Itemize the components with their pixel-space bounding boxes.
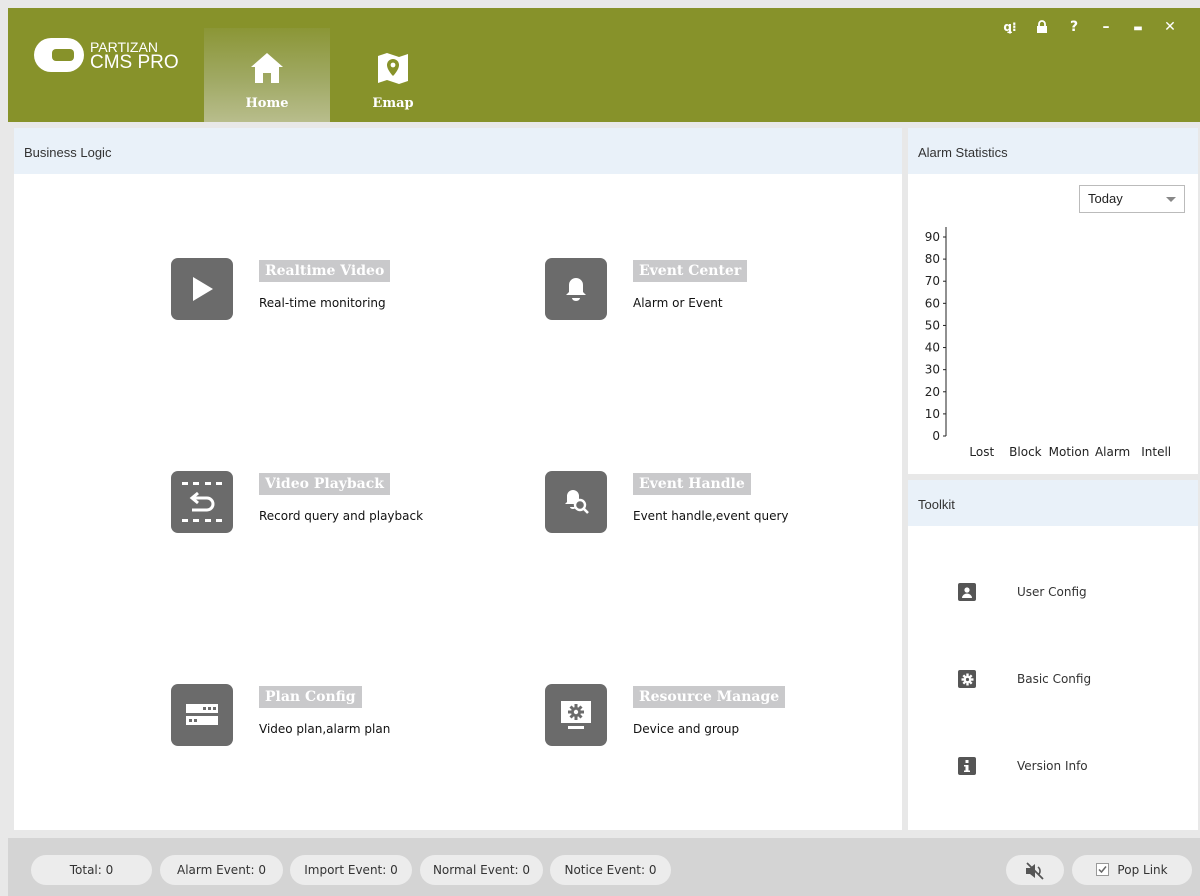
user-switch-button[interactable]: ꝗ⁝ [994,16,1026,38]
plan-icon [186,704,218,725]
alarm-statistics-title: Alarm Statistics [918,145,1008,160]
basic-config-item[interactable]: Basic Config [958,670,1091,688]
plan-config-title: Plan Config [259,686,362,708]
event-center-title: Event Center [633,260,748,282]
check-icon [1098,866,1108,874]
lock-button[interactable] [1026,16,1058,38]
pop-link-checkbox[interactable] [1096,863,1110,876]
chart-y-tick-label: 80 [925,252,940,266]
chart-y-tick-label: 50 [925,318,940,332]
chart-y-tick-label: 90 [925,230,940,244]
period-select-value: Today [1088,191,1123,206]
chart-x-label-lost: Lost [969,445,994,459]
alarm-chart: 0 10 20 30 40 50 60 70 80 90 Lost Block Motion Alarm I… [925,227,1171,459]
chart-y-tick-label: 30 [925,363,940,377]
lock-icon [1037,20,1047,33]
minimize-button[interactable]: – [1090,16,1122,38]
resource-monitor-icon [561,701,591,729]
chart-x-label-motion: Motion [1049,445,1090,459]
event-handle-item[interactable]: Event Handle Event handle,event query [545,471,789,533]
alarm-event-count: Alarm Event: 0 [160,855,283,885]
tab-emap-label: Emap [372,96,414,111]
business-logic-title: Business Logic [24,145,112,160]
event-search-icon [565,490,589,514]
chart-y-tick-label: 60 [925,296,940,310]
plan-config-item[interactable]: Plan Config Video plan,alarm plan [171,684,390,746]
map-pin-icon [378,53,408,84]
version-info-label: Version Info [1017,759,1088,773]
tab-home-label: Home [245,96,289,111]
resource-manage-title: Resource Manage [633,686,786,708]
chart-y-tick-label: 10 [925,407,940,421]
resource-manage-item[interactable]: Resource Manage Device and group [545,684,786,746]
user-config-item[interactable]: User Config [958,583,1087,601]
chart-x-label-intell: Intell [1141,445,1171,459]
chart-y-tick-label: 0 [932,429,940,443]
version-info-item[interactable]: Version Info [958,757,1088,775]
user-config-label: User Config [1017,585,1087,599]
help-button[interactable]: ? [1058,16,1090,38]
chart-y-tick-label: 40 [925,341,940,355]
import-event-count: Import Event: 0 [290,855,412,885]
event-center-desc: Alarm or Event [633,296,723,310]
user-switch-icon: ꝗ⁝ [1003,20,1017,34]
help-icon: ? [1069,19,1079,35]
speaker-mute-icon [1026,861,1044,880]
toolkit-title: Toolkit [918,497,955,512]
toolkit-header: Toolkit [908,480,1198,530]
pop-link-toggle[interactable]: Pop Link [1072,855,1192,885]
bell-icon [566,278,586,301]
realtime-video-desc: Real-time monitoring [259,296,386,310]
video-playback-desc: Record query and playback [259,509,424,523]
play-icon [193,277,213,301]
normal-event-count: Normal Event: 0 [420,855,543,885]
basic-config-label: Basic Config [1017,672,1092,686]
event-center-item[interactable]: Event Center Alarm or Event [545,258,748,320]
minimize-icon: – [1102,19,1110,35]
maximize-icon: ▬ [1133,23,1143,34]
plan-config-desc: Video plan,alarm plan [259,722,391,736]
chevron-down-icon [1166,197,1176,202]
pop-link-label: Pop Link [1117,863,1168,877]
business-logic-header: Business Logic [14,128,902,178]
chart-y-tick-label: 20 [925,385,940,399]
title-bar: PARTIZAN CMS PRO Home Emap ꝗ⁝ ? – ▬ ✕ [8,8,1200,122]
playback-icon [178,479,226,525]
resource-manage-desc: Device and group [633,722,740,736]
logo-text-line2: CMS PRO [90,52,179,73]
mute-button[interactable] [1006,855,1064,885]
gear-icon [961,673,973,685]
realtime-video-item[interactable]: Realtime Video Real-time monitoring [171,258,391,320]
chart-y-tick-label: 70 [925,274,940,288]
realtime-video-title: Realtime Video [259,260,391,282]
tab-home[interactable]: Home [204,28,330,122]
video-playback-title: Video Playback [259,473,390,495]
user-icon [962,587,972,598]
info-icon [964,760,970,772]
event-handle-title: Event Handle [633,473,751,495]
close-button[interactable]: ✕ [1154,16,1186,38]
window-controls: ꝗ⁝ ? – ▬ ✕ [994,16,1186,38]
tab-emap[interactable]: Emap [330,28,456,122]
period-select[interactable]: Today [1079,185,1185,213]
logo-mark-icon [34,38,84,72]
chart-x-label-block: Block [1009,445,1042,459]
notice-event-count: Notice Event: 0 [550,855,671,885]
app-logo: PARTIZAN CMS PRO [34,38,179,72]
alarm-statistics-header: Alarm Statistics [908,128,1198,178]
close-icon: ✕ [1164,19,1176,35]
chart-x-label-alarm: Alarm [1095,445,1130,459]
home-icon [251,53,283,83]
total-count: Total: 0 [31,855,152,885]
video-playback-item[interactable]: Video Playback Record query and playback [171,471,423,533]
event-handle-desc: Event handle,event query [633,509,789,523]
maximize-button[interactable]: ▬ [1122,16,1154,38]
